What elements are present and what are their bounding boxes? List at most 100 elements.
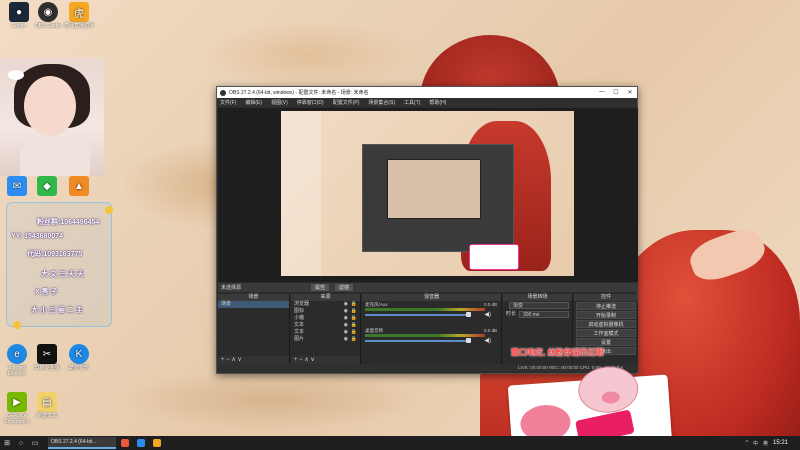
source-item[interactable]: 文本 ◉ 🔒 (291, 329, 360, 336)
preview-nested-canvas (387, 159, 481, 219)
menu-edit[interactable]: 编辑(E) (245, 99, 262, 106)
source-item[interactable]: 文本 ◉ 🔒 (291, 322, 360, 329)
scene-item[interactable]: 场景 (218, 301, 289, 308)
close-button[interactable]: ✕ (623, 89, 637, 96)
volume-meter (365, 308, 485, 311)
source-item[interactable]: 图标 ◉ 🔒 (291, 308, 360, 315)
eye-icon[interactable]: ◉ (344, 308, 348, 315)
menu-tools[interactable]: 工具(T) (404, 99, 420, 106)
sources-toolbar[interactable]: + − ∧ ∨ (291, 356, 360, 364)
source-item[interactable]: 浏览器 ◉ 🔒 (291, 301, 360, 308)
stop-streaming-button[interactable]: 停止推流 (576, 302, 636, 310)
volume-slider-handle[interactable] (466, 312, 471, 317)
menu-view[interactable]: 视图(V) (271, 99, 288, 106)
preview-nested-obs (362, 144, 514, 252)
menu-docks[interactable]: 停靠窗口(D) (297, 99, 324, 106)
settings-button[interactable]: 设置 (576, 338, 636, 346)
language-indicator[interactable]: 英 (763, 440, 768, 447)
filters-button[interactable]: 滤镜 (335, 284, 354, 291)
windows-icon[interactable]: ⊞ (0, 439, 14, 447)
lock-icon[interactable]: 🔒 (351, 308, 357, 315)
stream-info-overlay: 粉丝群:1064496454 YY: 1543680074 代码:1093163… (6, 202, 113, 329)
eye-icon[interactable]: ◉ (344, 329, 348, 336)
orange-app-icon: ▲ (69, 176, 89, 196)
desktop-icon-chat-app[interactable]: ✉ (0, 176, 34, 197)
overlay-dot (105, 206, 113, 214)
scenes-toolbar[interactable]: + − ∧ ∨ (218, 356, 289, 364)
obs-titlebar[interactable]: OBS 27.2.4 (64-bit, windows) - 配置文件: 未命名… (217, 87, 637, 98)
speaker-icon[interactable]: ◀) (484, 311, 491, 318)
studio-mode-button[interactable]: 工作室模式 (576, 329, 636, 337)
maximize-button[interactable]: ☐ (609, 89, 623, 96)
eye-icon[interactable]: ◉ (344, 301, 348, 308)
source-item[interactable]: 图片 ◉ 🔒 (291, 336, 360, 343)
geforce-icon: ▶ (7, 392, 27, 412)
taskbar-app-icon[interactable] (134, 437, 148, 449)
duration-input[interactable]: 300 ms (519, 311, 569, 318)
desktop-icon-text-file[interactable]: ▤ 新建文本 (30, 392, 64, 419)
jianying-icon: ✂ (37, 344, 57, 364)
properties-button[interactable]: 属性 (311, 284, 330, 291)
task-view-icon[interactable]: ▭ (28, 439, 42, 447)
ie-icon: e (7, 344, 27, 364)
eye-icon[interactable]: ◉ (344, 336, 348, 343)
no-source-label: 未选择源 (221, 285, 242, 291)
preview-pig-card (469, 244, 519, 270)
desktop-icon-jianying[interactable]: ✂ 剪映专业版 (30, 344, 64, 371)
volume-slider[interactable] (365, 314, 471, 316)
lock-icon[interactable]: 🔒 (351, 301, 357, 308)
desktop-icon-kugou[interactable]: K 酷狗音乐 (62, 344, 96, 371)
channel-db: 0.0 dB (483, 328, 497, 333)
menu-profile[interactable]: 配置文件(P) (333, 99, 360, 106)
lock-icon[interactable]: 🔒 (351, 322, 357, 329)
source-toolbar: 未选择源 属性 滤镜 (218, 283, 638, 292)
tray-expand-icon[interactable]: ^ (746, 440, 748, 446)
channel-db: 0.0 dB (483, 302, 497, 307)
minimize-button[interactable]: — (595, 89, 609, 96)
desktop-icon-huya[interactable]: 虎 虎牙直播助手 (62, 2, 96, 29)
taskbar-clock[interactable]: 15:21 (773, 440, 788, 446)
stream-overlay-text: 霊口响定, 丝粉穿湖日红眼 (511, 348, 604, 357)
speaker-icon[interactable]: ◀) (484, 337, 491, 344)
menu-file[interactable]: 文件(F) (220, 99, 236, 106)
obs-statusbar: LIVE: 00:00:00 REC: 00:00:00 CPU: 0.6%, … (218, 364, 638, 372)
menu-scene-collection[interactable]: 场景集合(S) (368, 99, 395, 106)
overlay-line: 大 小 三 丽 二 主 (31, 307, 83, 314)
pig-snout (601, 390, 621, 405)
search-icon[interactable]: ○ (14, 440, 28, 447)
desktop-icon-ie[interactable]: e Internet Explorer (0, 344, 34, 377)
volume-slider[interactable] (365, 340, 471, 342)
obs-icon: ◉ (38, 2, 58, 22)
lock-icon[interactable]: 🔒 (351, 315, 357, 322)
transition-duration-row: 时长 300 ms (503, 310, 572, 319)
overlay-line: 大 文 三 天 天 (41, 271, 84, 278)
green-app-icon: ◆ (37, 176, 57, 196)
start-recording-button[interactable]: 开始录制 (576, 311, 636, 319)
channel-name: 桌面音频 (365, 328, 383, 333)
desktop-icon-geforce[interactable]: ▶ GeForce Experience (0, 392, 34, 425)
ime-indicator[interactable]: 中 (753, 440, 758, 447)
desktop-icon-obs[interactable]: ◉ OBS Studio (31, 2, 65, 29)
volume-slider-handle[interactable] (466, 338, 471, 343)
desktop-icon-orange-app[interactable]: ▲ (62, 176, 96, 197)
taskbar-app-obs[interactable]: OBS 27.2.4 (64-bit... (48, 437, 116, 449)
eye-icon[interactable]: ◉ (344, 315, 348, 322)
eye-icon[interactable]: ◉ (344, 322, 348, 329)
obs-preview[interactable] (218, 108, 638, 282)
taskbar-app-icon[interactable] (118, 437, 132, 449)
transition-type-select[interactable]: 渐变 (509, 302, 569, 309)
menu-help[interactable]: 帮助(H) (429, 99, 446, 106)
desktop-icon-green-app[interactable]: ◆ (30, 176, 64, 197)
lock-icon[interactable]: 🔒 (351, 336, 357, 343)
audio-mixer-dock: 混音器 麦克风/Aux 0.0 dB ◀) 桌面音频 0.0 dB ◀) (362, 294, 502, 364)
transitions-title: 场景转场 (503, 294, 572, 301)
taskbar-app-icon[interactable] (150, 437, 164, 449)
obs-menubar: 文件(F) 编辑(E) 视图(V) 停靠窗口(D) 配置文件(P) 场景集合(S… (217, 98, 637, 107)
controls-title: 控件 (574, 294, 638, 301)
source-item[interactable]: 小猪 ◉ 🔒 (291, 315, 360, 322)
mixer-title: 混音器 (362, 294, 501, 301)
lock-icon[interactable]: 🔒 (351, 329, 357, 336)
scenes-title: 场景 (218, 294, 289, 301)
start-virtual-camera-button[interactable]: 启动虚拟摄像机 (576, 320, 636, 328)
mixer-channel-mic: 麦克风/Aux 0.0 dB ◀) (362, 301, 501, 321)
